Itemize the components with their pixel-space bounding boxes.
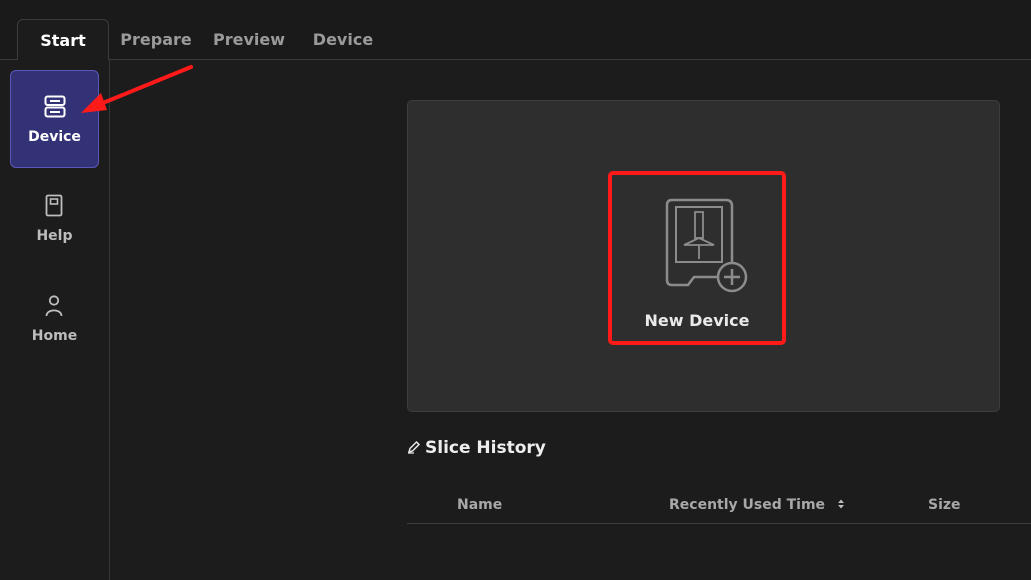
slice-history-title: Slice History bbox=[425, 438, 546, 458]
help-book-icon bbox=[45, 194, 63, 217]
sidebar: Device Help Home bbox=[0, 60, 110, 580]
tab-prepare[interactable]: Prepare bbox=[117, 19, 195, 61]
home-user-icon bbox=[45, 295, 63, 317]
top-tab-bar: Start Prepare Preview Device bbox=[0, 0, 1031, 61]
column-header-size[interactable]: Size bbox=[928, 497, 961, 513]
new-device-button[interactable]: New Device bbox=[608, 171, 786, 345]
pencil-icon bbox=[407, 440, 421, 454]
printer-add-icon bbox=[665, 198, 748, 293]
column-header-label: Recently Used Time bbox=[669, 497, 826, 513]
column-header-name[interactable]: Name bbox=[457, 497, 502, 513]
table-header-divider bbox=[407, 523, 1031, 524]
sidebar-item-label: Device bbox=[28, 129, 81, 145]
sort-icon bbox=[837, 499, 844, 509]
column-header-recently-used-time[interactable]: Recently Used Time bbox=[669, 497, 846, 513]
sidebar-item-label: Help bbox=[36, 228, 73, 244]
slice-history-heading: Slice History bbox=[407, 438, 546, 458]
device-icon bbox=[44, 95, 66, 118]
tab-start[interactable]: Start bbox=[17, 19, 109, 61]
sidebar-item-help[interactable]: Help bbox=[10, 170, 99, 268]
sidebar-item-home[interactable]: Home bbox=[10, 270, 99, 368]
new-device-label: New Device bbox=[644, 311, 750, 330]
tab-preview[interactable]: Preview bbox=[209, 19, 289, 61]
sidebar-item-label: Home bbox=[31, 328, 78, 344]
tab-device[interactable]: Device bbox=[306, 19, 380, 61]
sidebar-item-device[interactable]: Device bbox=[10, 70, 99, 168]
device-panel: New Device bbox=[407, 100, 1000, 412]
